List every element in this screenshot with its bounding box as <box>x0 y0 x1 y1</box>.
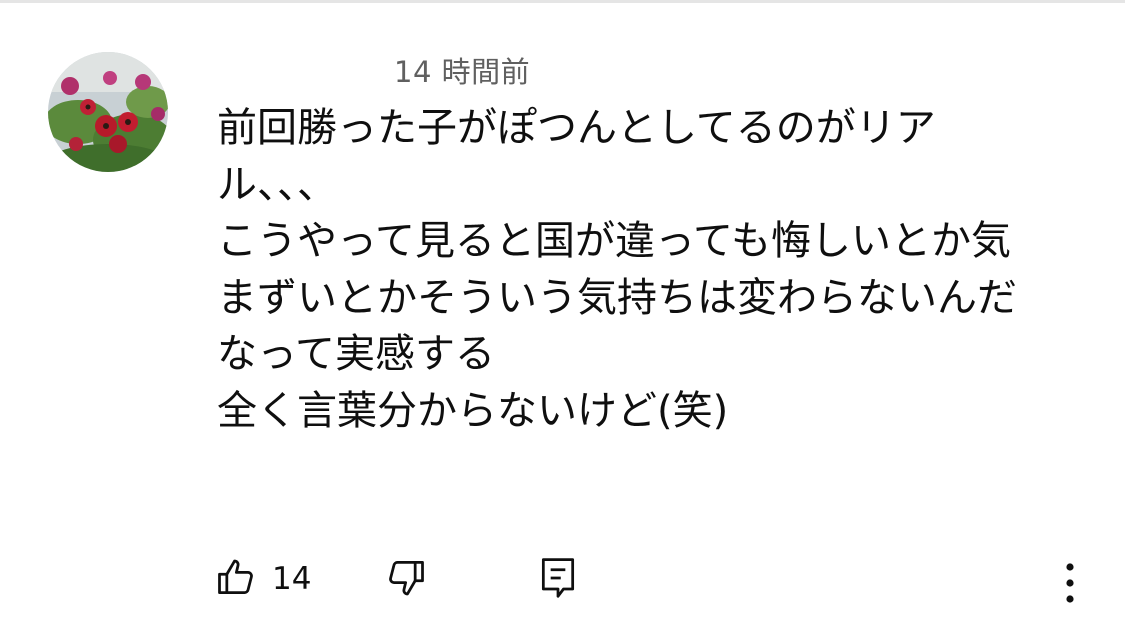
more-vertical-icon <box>1052 563 1088 608</box>
comment-line: ル、、、 <box>217 161 337 208</box>
more-options-button[interactable] <box>1052 556 1088 604</box>
reply-button[interactable] <box>536 554 580 602</box>
comment-line: まずいとかそういう気持ちは変わらないんだ <box>217 274 1017 321</box>
comment-line: 前回勝った子がぽつんとしてるのがリア <box>217 105 936 151</box>
avatar[interactable] <box>48 52 168 172</box>
comment-text: 前回勝った子がぽつんとしてるのがリア ル、、、 こうやって見ると国が違っても悔し… <box>217 100 1077 439</box>
thumbs-up-icon <box>214 555 258 603</box>
top-divider <box>0 0 1125 3</box>
comment-line: なって実感する <box>217 331 495 377</box>
comment-timestamp: 14 時間前 <box>394 55 531 89</box>
flower-avatar-image <box>48 52 168 172</box>
dislike-button[interactable] <box>384 556 432 602</box>
like-button[interactable]: 14 <box>214 556 311 602</box>
comment-action-bar: 14 <box>0 550 1125 606</box>
reply-comment-icon <box>536 558 580 606</box>
like-count: 14 <box>272 561 312 597</box>
comment-line: こうやって見ると国が違っても悔しいとか気 <box>217 218 1011 264</box>
comment-line: 全く言葉分からないけど(笑) <box>217 387 729 434</box>
thumbs-down-icon <box>384 561 428 604</box>
